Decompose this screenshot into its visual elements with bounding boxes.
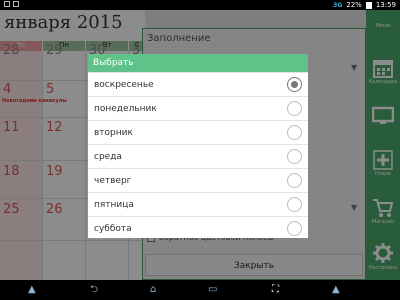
radio-unselected[interactable] <box>287 125 302 140</box>
option-label: понедельник <box>94 104 157 114</box>
option-tuesday[interactable]: вторник <box>88 120 308 144</box>
radio-unselected[interactable] <box>287 173 302 188</box>
status-bar: 3G 22% 13:59 <box>0 0 400 10</box>
system-nav-bar: ▲ ⮌ ⌂ ▭ ⛶ ▲ <box>0 280 400 300</box>
option-label: суббота <box>94 224 132 234</box>
option-wednesday[interactable]: среда <box>88 144 308 168</box>
recent-apps-icon[interactable]: ▭ <box>208 285 217 295</box>
chevron-up-icon[interactable]: ▲ <box>332 285 340 295</box>
chevron-up-icon[interactable]: ▲ <box>28 285 36 295</box>
option-label: вторник <box>94 128 133 138</box>
option-label: среда <box>94 152 122 162</box>
screenshot-icon[interactable]: ⛶ <box>272 285 279 295</box>
battery-percent: 22% <box>346 1 362 9</box>
battery-icon <box>365 1 372 9</box>
option-friday[interactable]: пятница <box>88 192 308 216</box>
dialog-title: Выбрать <box>88 54 308 72</box>
radio-unselected[interactable] <box>287 101 302 116</box>
back-icon[interactable]: ⮌ <box>90 285 98 295</box>
option-label: воскресенье <box>94 80 154 90</box>
option-saturday[interactable]: суббота <box>88 216 308 238</box>
clock: 13:59 <box>375 1 396 9</box>
notification-icon <box>4 1 10 7</box>
network-type: 3G <box>333 1 343 9</box>
radio-unselected[interactable] <box>287 221 302 236</box>
radio-unselected[interactable] <box>287 149 302 164</box>
radio-selected[interactable] <box>287 77 302 92</box>
option-label: пятница <box>94 200 134 210</box>
radio-unselected[interactable] <box>287 197 302 212</box>
home-icon[interactable]: ⌂ <box>150 285 156 295</box>
option-monday[interactable]: понедельник <box>88 96 308 120</box>
weekday-picker-dialog: Выбрать воскресенье понедельник вторник … <box>88 54 308 238</box>
option-sunday[interactable]: воскресенье <box>88 72 308 96</box>
option-thursday[interactable]: четверг <box>88 168 308 192</box>
option-label: четверг <box>94 176 132 186</box>
notification-icon <box>13 1 19 7</box>
